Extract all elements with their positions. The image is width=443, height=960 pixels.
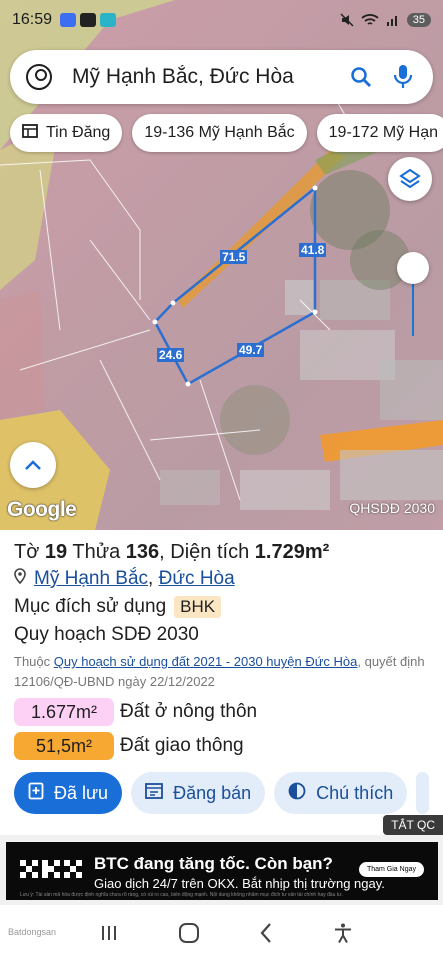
legend-button[interactable]: Chú thích xyxy=(274,772,408,814)
notification-icons xyxy=(60,13,117,27)
status-time: 16:59 xyxy=(12,11,53,28)
land-area-badge: 51,5m² xyxy=(14,732,114,760)
watermark-logo: Batdongsan xyxy=(8,927,57,937)
parcel-title: Tờ 19 Thửa 136, Diện tích 1.729m² xyxy=(14,541,330,563)
chip-label: 19-136 Mỹ Hạnh Bắc xyxy=(144,124,295,141)
chevron-up-icon xyxy=(25,460,41,470)
close-ad-button[interactable]: TẮT QC xyxy=(383,815,443,835)
chip-label: Tin Đăng xyxy=(46,124,111,141)
search-input[interactable]: Mỹ Hạnh Bắc, Đức Hòa xyxy=(72,65,333,89)
more-action-button[interactable] xyxy=(416,772,429,814)
saved-icon xyxy=(28,782,44,805)
recents-icon xyxy=(102,925,117,940)
accessibility-button[interactable] xyxy=(332,922,354,944)
purpose-badge: BHK xyxy=(174,596,222,618)
action-row: Đã lưu Đăng bán Chú thích xyxy=(14,772,429,814)
back-icon xyxy=(260,922,271,943)
measurement-label: 24.6 xyxy=(157,348,185,362)
district-link[interactable]: Đức Hòa xyxy=(159,568,235,590)
wifi-icon xyxy=(361,14,379,25)
measurement-label: 71.5 xyxy=(220,250,248,264)
land-use-row: 51,5m² Đất giao thông xyxy=(14,732,429,760)
chip-parcel-19-172[interactable]: 19-172 Mỹ Hạn xyxy=(316,114,443,152)
home-icon xyxy=(179,922,200,943)
saved-button[interactable]: Đã lưu xyxy=(14,772,123,814)
microphone-icon[interactable] xyxy=(389,63,417,91)
chip-row: Tin Đăng 19-136 Mỹ Hạnh Bắc 19-172 Mỹ Hạ… xyxy=(10,114,443,152)
accessibility-icon xyxy=(334,923,351,943)
post-for-sale-button[interactable]: Đăng bán xyxy=(131,772,266,814)
signal-icon xyxy=(386,16,397,26)
land-use-label: Đất giao thông xyxy=(120,735,244,756)
home-button[interactable] xyxy=(178,922,200,944)
chip-parcel-19-136[interactable]: 19-136 Mỹ Hạnh Bắc xyxy=(132,114,307,152)
parcel-info-panel: Tờ 19 Thửa 136, Diện tích 1.729m² Mỹ Hạn… xyxy=(0,530,443,835)
listing-icon xyxy=(22,123,38,143)
land-use-label: Đất ở nông thôn xyxy=(120,701,258,722)
chip-label: 19-172 Mỹ Hạn xyxy=(328,124,439,141)
ad-subline: Giao dịch 24/7 trên OKX. Bắt nhịp thị tr… xyxy=(94,876,385,891)
google-logo: Google xyxy=(7,498,77,521)
commune-link[interactable]: Mỹ Hạnh Bắc xyxy=(34,568,148,590)
search-bar[interactable]: Mỹ Hạnh Bắc, Đức Hòa xyxy=(10,50,433,104)
ad-banner[interactable]: BTC đang tăng tốc. Còn bạn? Giao dịch 24… xyxy=(0,835,443,905)
planning-row: Quy hoạch SDĐ 2030 xyxy=(14,624,199,645)
land-use-row: 1.677m² Đất ở nông thôn xyxy=(14,698,429,726)
app-notification-icon xyxy=(80,13,97,27)
account-icon[interactable] xyxy=(26,64,52,90)
opacity-slider-handle[interactable] xyxy=(397,252,429,284)
opacity-slider-track[interactable] xyxy=(412,282,414,336)
layers-button[interactable] xyxy=(388,157,432,201)
search-icon[interactable] xyxy=(347,63,375,91)
planning-source-note: Thuộc Quy hoạch sử dụng đất 2021 - 2030 … xyxy=(14,654,425,689)
layer-label: QHSDĐ 2030 xyxy=(349,500,435,516)
status-bar: 16:59 35 xyxy=(0,0,443,40)
chip-listings[interactable]: Tin Đăng xyxy=(10,114,123,152)
okx-logo xyxy=(20,856,84,886)
mute-icon xyxy=(340,13,354,27)
land-area-badge: 1.677m² xyxy=(14,698,114,726)
app-notification-icon xyxy=(60,13,77,27)
expand-up-button[interactable] xyxy=(10,442,56,488)
purpose-row: Mục đích sử dụng BHK xyxy=(14,596,429,618)
planning-source-link[interactable]: Quy hoạch sử dụng đất 2021 - 2030 huyện … xyxy=(54,654,358,669)
recent-apps-button[interactable] xyxy=(99,923,119,943)
ad-cta-button[interactable]: Tham Gia Ngay xyxy=(358,862,424,877)
app-notification-icon xyxy=(100,13,117,27)
layers-icon xyxy=(399,168,421,189)
back-button[interactable] xyxy=(259,922,273,944)
measurement-label: 49.7 xyxy=(237,343,265,357)
parcel-location: Mỹ Hạnh Bắc, Đức Hòa xyxy=(14,568,429,590)
legend-icon xyxy=(288,782,306,805)
system-nav-bar xyxy=(0,905,443,960)
location-pin-icon xyxy=(14,568,26,590)
ad-disclaimer: Lưu ý: Tài sản mã hóa được định nghĩa ch… xyxy=(20,892,343,898)
battery-indicator: 35 xyxy=(406,13,431,27)
ad-headline: BTC đang tăng tốc. Còn bạn? xyxy=(94,854,333,873)
post-icon xyxy=(145,782,163,804)
ad-creative[interactable]: BTC đang tăng tốc. Còn bạn? Giao dịch 24… xyxy=(6,842,438,900)
measurement-label: 41.8 xyxy=(299,243,327,257)
